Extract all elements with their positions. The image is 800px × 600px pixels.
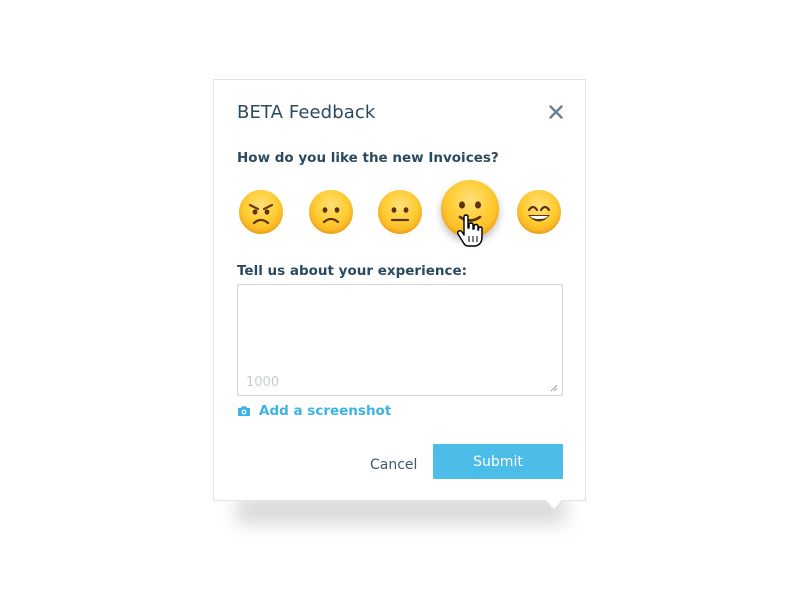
char-counter: 1000 bbox=[246, 375, 280, 390]
submit-button[interactable]: Submit bbox=[433, 444, 563, 479]
resize-handle-icon[interactable] bbox=[550, 384, 558, 392]
experience-textarea[interactable]: 1000 bbox=[237, 284, 563, 396]
angry-face-icon bbox=[248, 203, 274, 225]
hand-cursor-icon bbox=[456, 214, 483, 247]
experience-label: Tell us about your experience: bbox=[237, 263, 468, 279]
rating-neutral-button[interactable] bbox=[378, 190, 422, 234]
feedback-dialog: BETA Feedback How do you like the new In… bbox=[213, 79, 586, 501]
rating-sad-button[interactable] bbox=[309, 190, 353, 234]
camera-icon bbox=[238, 406, 250, 416]
sad-face-icon bbox=[322, 207, 340, 224]
neutral-face-icon bbox=[390, 207, 410, 222]
close-icon bbox=[549, 105, 563, 119]
dialog-pointer bbox=[546, 500, 562, 509]
dialog-title: BETA Feedback bbox=[237, 102, 376, 123]
rating-angry-button[interactable] bbox=[239, 190, 283, 234]
close-button[interactable] bbox=[544, 100, 568, 124]
happy-face-icon bbox=[527, 205, 551, 222]
cancel-button[interactable]: Cancel bbox=[370, 457, 417, 473]
add-screenshot-label: Add a screenshot bbox=[259, 403, 392, 419]
add-screenshot-link[interactable]: Add a screenshot bbox=[237, 403, 391, 419]
rating-question: How do you like the new Invoices? bbox=[237, 150, 499, 166]
rating-happy-button[interactable] bbox=[517, 190, 561, 234]
